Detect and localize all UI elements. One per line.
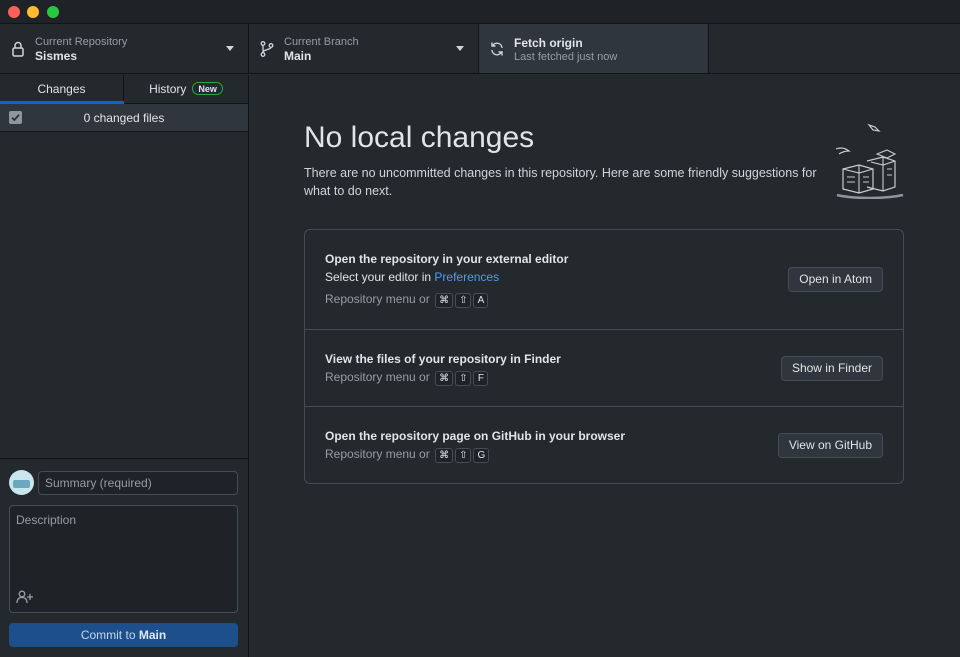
letter-key: G [473,448,490,463]
sidebar: Changes History New 0 changed files Commi… [0,75,249,657]
shift-key-icon: ⇧ [455,371,472,386]
lock-icon [12,41,24,57]
commit-button-branch: Main [138,628,167,642]
commit-message-area: Commit to Main [0,458,248,657]
suggestions-panel: Open the repository in your external edi… [304,229,904,484]
open-in-atom-button[interactable]: Open in Atom [788,267,883,292]
letter-key: F [473,371,489,386]
show-in-finder-button[interactable]: Show in Finder [780,356,883,381]
shift-key-icon: ⇧ [455,448,472,463]
suggestion-title: Open the repository in your external edi… [325,252,569,266]
chevron-down-icon [456,46,464,51]
page-description: There are no uncommitted changes in this… [304,166,817,198]
close-window-button[interactable] [8,6,20,18]
tab-changes-label: Changes [37,82,86,96]
main-content: No local changes There are no uncommitte… [249,75,960,657]
shortcut-prefix: Repository menu or [325,292,430,306]
description-input[interactable] [10,506,237,584]
keyboard-shortcut: Repository menu or ⌘ ⇧ A [325,292,489,308]
letter-key: A [473,293,489,308]
preferences-link[interactable]: Preferences [434,270,499,284]
sync-icon [491,42,503,56]
changed-files-header: 0 changed files [0,104,248,132]
command-key-icon: ⌘ [435,448,454,463]
description-box [9,505,238,613]
suggestion-open-editor: Open the repository in your external edi… [305,230,903,330]
suggestion-title: View the files of your repository in Fin… [325,352,561,366]
suggestion-title: Open the repository page on GitHub in yo… [325,429,626,443]
commit-button-prefix: Commit to [80,628,136,642]
suggestion-editor-prefix: Select your editor in [325,270,432,284]
keyboard-shortcut: Repository menu or ⌘ ⇧ G [325,447,490,463]
suggestion-view-github: Open the repository page on GitHub in yo… [305,407,903,483]
avatar [9,470,34,495]
boxes-illustration-icon [835,123,904,199]
add-coauthor-icon[interactable] [16,590,34,604]
changed-files-count: 0 changed files [83,111,165,125]
current-repository-name: Sismes [35,49,78,63]
current-branch-label: Current Branch [284,36,359,48]
page-title: No local changes [304,121,535,154]
commit-button[interactable]: Commit to Main [9,623,238,647]
fetch-origin-title: Fetch origin [514,36,583,50]
command-key-icon: ⌘ [435,371,454,386]
suggestion-editor-line: Select your editor in Preferences [325,270,499,284]
tab-history-label: History [149,82,187,96]
current-repository-dropdown[interactable]: Current Repository Sismes [0,24,249,73]
new-badge: New [192,82,223,95]
branch-icon [260,41,274,57]
last-fetched-status: Last fetched just now [514,51,618,63]
suggestion-show-finder: View the files of your repository in Fin… [305,330,903,407]
toolbar: Current Repository Sismes Current Branch… [0,24,960,74]
shortcut-prefix: Repository menu or [325,447,430,461]
zoom-window-button[interactable] [47,6,59,18]
current-repository-label: Current Repository [35,36,128,48]
current-branch-dropdown[interactable]: Current Branch Main [249,24,479,73]
keyboard-shortcut: Repository menu or ⌘ ⇧ F [325,370,489,386]
current-branch-name: Main [284,49,312,63]
summary-input[interactable] [38,471,238,495]
shortcut-prefix: Repository menu or [325,370,430,384]
tab-changes[interactable]: Changes [0,75,124,104]
minimize-window-button[interactable] [27,6,39,18]
tab-history[interactable]: History New [124,75,248,103]
command-key-icon: ⌘ [435,293,454,308]
sidebar-tabs: Changes History New [0,75,248,104]
chevron-down-icon [226,46,234,51]
fetch-origin-button[interactable]: Fetch origin Last fetched just now [479,24,709,73]
title-bar [0,0,960,24]
shift-key-icon: ⇧ [455,293,472,308]
view-on-github-button[interactable]: View on GitHub [777,433,883,458]
